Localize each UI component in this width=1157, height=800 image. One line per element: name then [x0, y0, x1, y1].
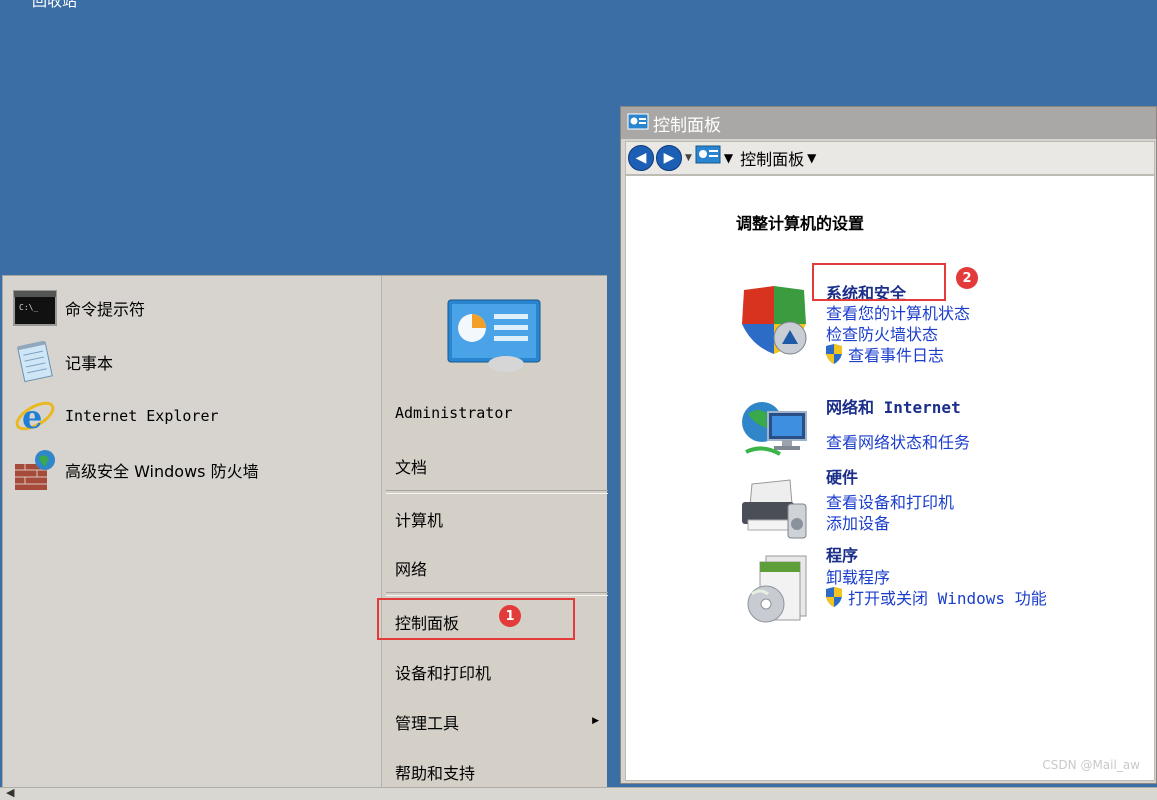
scroll-left-icon[interactable]: ◀ — [6, 786, 14, 799]
svg-text:e: e — [22, 398, 42, 436]
start-menu-programs-pane: C:\_ 命令提示符 记事本 e Internet Explorer 高级安全 … — [3, 276, 381, 798]
annotation-badge-2: 2 — [956, 267, 978, 289]
recycle-bin-label[interactable]: 回收站 — [32, 0, 77, 11]
control-panel-window: 控制面板 ◀ ▶ ▼ ▼ 控制面板 ▼ 调整计算机的设置 系统和安全 查看您的计… — [620, 106, 1157, 784]
window-title: 控制面板 — [653, 115, 721, 136]
link-view-network-status[interactable]: 查看网络状态和任务 — [826, 429, 970, 453]
menu-separator — [386, 592, 608, 596]
link-label: 查看事件日志 — [848, 346, 945, 365]
menu-item-network[interactable]: 网络 — [395, 556, 427, 580]
control-panel-user-picture[interactable] — [446, 298, 542, 374]
category-title-hardware[interactable]: 硬件 — [826, 464, 858, 488]
network-icon — [738, 392, 810, 464]
program-label: 命令提示符 — [65, 300, 146, 319]
forward-button[interactable]: ▶ — [656, 145, 682, 171]
watermark-text: CSDN @Mail_aw — [1042, 758, 1140, 772]
program-item-notepad[interactable]: 记事本 — [11, 339, 371, 385]
uac-shield-icon — [824, 586, 844, 608]
annotation-box-control-panel — [377, 598, 575, 640]
menu-item-help-support[interactable]: 帮助和支持 — [395, 760, 475, 784]
program-label: 高级安全 Windows 防火墙 — [65, 462, 259, 481]
notepad-icon — [11, 340, 59, 384]
firewall-icon — [11, 448, 59, 492]
address-control-panel-icon — [695, 145, 721, 171]
window-titlebar[interactable]: 控制面板 — [621, 107, 1156, 139]
link-label: 打开或关闭 Windows 功能 — [848, 589, 1047, 608]
hardware-icon — [738, 474, 810, 546]
program-item-firewall[interactable]: 高级安全 Windows 防火墙 — [11, 447, 371, 493]
submenu-arrow-icon: ▶ — [592, 716, 599, 726]
address-dropdown-icon[interactable]: ▼ — [724, 151, 733, 165]
link-turn-windows-features[interactable]: 打开或关闭 Windows 功能 — [824, 585, 1047, 609]
link-view-event-logs[interactable]: 查看事件日志 — [824, 342, 944, 366]
annotation-badge-1: 1 — [499, 605, 521, 627]
taskbar: ◀ — [0, 786, 1157, 800]
ie-icon: e — [11, 394, 59, 438]
menu-item-devices-printers[interactable]: 设备和打印机 — [395, 660, 491, 684]
back-button[interactable]: ◀ — [628, 145, 654, 171]
breadcrumb-control-panel[interactable]: 控制面板 — [740, 146, 804, 170]
menu-item-computer[interactable]: 计算机 — [395, 507, 443, 531]
menu-item-admin-tools[interactable]: 管理工具 — [395, 710, 459, 734]
start-menu-places-pane: Administrator 文档 计算机 网络 控制面板 设备和打印机 管理工具… — [381, 276, 608, 798]
link-add-device[interactable]: 添加设备 — [826, 510, 890, 534]
system-security-icon — [738, 284, 810, 356]
arrow-left-icon: ◀ — [635, 150, 647, 166]
menu-separator — [386, 490, 608, 494]
category-title-programs[interactable]: 程序 — [826, 542, 858, 566]
programs-icon — [738, 552, 810, 624]
cmd-icon: C:\_ — [11, 286, 59, 330]
program-label: Internet Explorer — [65, 407, 219, 425]
program-item-ie[interactable]: e Internet Explorer — [11, 393, 371, 439]
page-heading: 调整计算机的设置 — [736, 214, 865, 233]
menu-item-documents[interactable]: 文档 — [395, 454, 427, 478]
control-panel-icon — [627, 113, 649, 133]
annotation-box-system-security — [812, 263, 946, 301]
breadcrumb-dropdown-icon[interactable]: ▼ — [807, 151, 816, 165]
arrow-right-icon: ▶ — [663, 150, 675, 166]
recent-pages-dropdown-icon[interactable]: ▼ — [685, 153, 692, 163]
category-title-network-internet[interactable]: 网络和 Internet — [826, 394, 961, 418]
svg-text:C:\_: C:\_ — [19, 303, 38, 312]
program-item-cmd[interactable]: C:\_ 命令提示符 — [11, 285, 371, 331]
program-label: 记事本 — [65, 354, 114, 373]
uac-shield-icon — [824, 343, 844, 365]
start-menu: C:\_ 命令提示符 记事本 e Internet Explorer 高级安全 … — [2, 275, 608, 799]
address-toolbar: ◀ ▶ ▼ ▼ 控制面板 ▼ — [625, 141, 1155, 175]
menu-item-administrator[interactable]: Administrator — [395, 404, 512, 422]
